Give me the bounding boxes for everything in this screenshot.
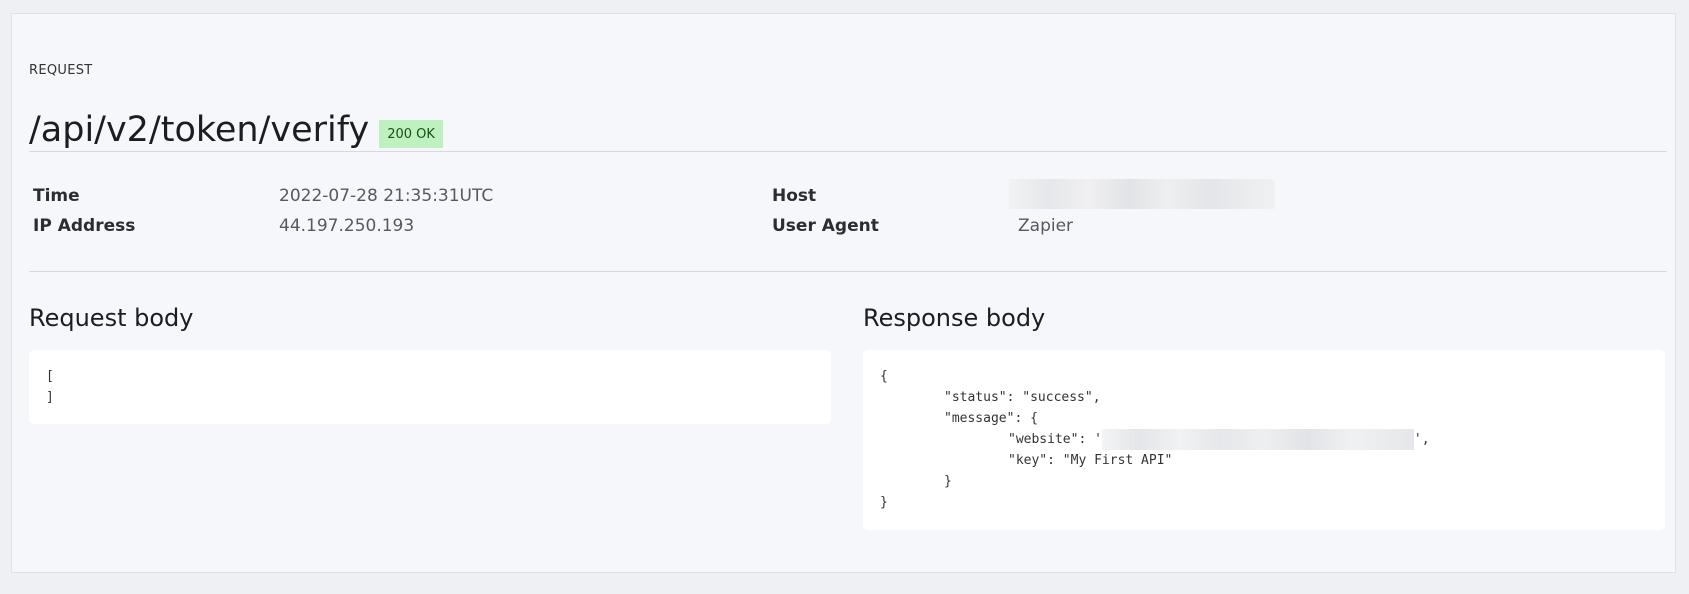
- code-line: {: [880, 369, 888, 384]
- host-label: Host: [772, 186, 817, 206]
- request-body-code: []: [29, 350, 831, 424]
- endpoint-title: /api/v2/token/verify: [29, 110, 370, 150]
- section-label: REQUEST: [29, 63, 93, 78]
- response-body-heading: Response body: [863, 304, 1046, 332]
- time-value: 2022-07-28 21:35:31UTC: [279, 186, 494, 206]
- divider: [29, 271, 1667, 272]
- title-row: /api/v2/token/verify 200 OK: [29, 110, 443, 150]
- user-agent-value: Zapier: [1018, 216, 1074, 236]
- code-line: }: [944, 474, 952, 489]
- response-body-code: { "status": "success", "message": { "websit…: [863, 350, 1665, 530]
- status-badge: 200 OK: [379, 120, 443, 148]
- divider: [29, 151, 1667, 152]
- host-value-redacted: [1009, 179, 1275, 209]
- website-key: "website": ': [1008, 432, 1102, 447]
- website-suffix: ',: [1413, 432, 1430, 447]
- code-line: }: [880, 495, 888, 510]
- code-line: ]: [46, 390, 54, 405]
- code-line: "message": {: [944, 411, 1038, 426]
- time-label: Time: [33, 186, 80, 206]
- user-agent-label: User Agent: [772, 216, 879, 236]
- code-line: "key": "My First API": [1008, 453, 1173, 468]
- request-detail-panel: REQUEST /api/v2/token/verify 200 OK Time…: [11, 13, 1676, 573]
- website-value-redacted: [1101, 429, 1414, 450]
- request-body-heading: Request body: [29, 304, 194, 332]
- ip-address-value: 44.197.250.193: [279, 216, 415, 236]
- ip-address-label: IP Address: [33, 216, 136, 236]
- code-line-website: "website": ' ',: [880, 429, 1648, 450]
- code-line: "status": "success",: [944, 390, 1101, 405]
- code-line: [: [46, 369, 54, 384]
